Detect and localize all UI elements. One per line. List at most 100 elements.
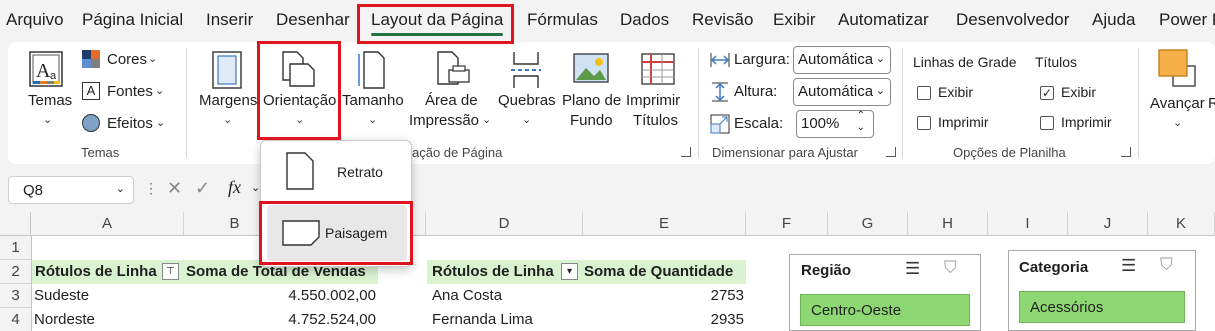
altura-select[interactable]: Automática ⌄: [793, 78, 891, 106]
titulos-imprimir-checkbox[interactable]: [1040, 116, 1054, 130]
area-impressao-line2[interactable]: Impressão: [409, 112, 479, 129]
fontes-button[interactable]: Fontes: [107, 83, 153, 100]
slicer-regiao-item[interactable]: Centro-Oeste: [800, 294, 970, 326]
clear-filter-icon[interactable]: ⛉: [944, 258, 957, 278]
name-box[interactable]: Q8 ⌄: [8, 176, 134, 204]
plano-fundo-line2[interactable]: Fundo: [570, 112, 613, 129]
imprimir-titulos-line2[interactable]: Títulos: [633, 112, 678, 129]
escala-spinner[interactable]: 100% ⌃ ⌄: [796, 110, 874, 138]
temas-button[interactable]: A a: [28, 50, 66, 90]
row-header-4[interactable]: 4: [0, 308, 31, 331]
chevron-down-icon: ⌄: [251, 182, 261, 194]
pivot1-header-label-cell[interactable]: Rótulos de Linha ⊤: [32, 260, 184, 284]
cancel-icon[interactable]: ✕: [167, 178, 182, 199]
titulos-exibir-label: Exibir: [1061, 84, 1097, 100]
multi-select-icon[interactable]: ☰: [1121, 256, 1136, 276]
row-header-2[interactable]: 2: [0, 260, 31, 284]
highlight-orientation-button: [257, 41, 341, 140]
chevron-down-icon: ⌄: [148, 53, 158, 65]
linhas-exibir-checkbox[interactable]: [917, 86, 931, 100]
menu-ajuda[interactable]: Ajuda: [1092, 10, 1135, 30]
margens-button[interactable]: Margens: [199, 92, 257, 109]
pivot1-row-value[interactable]: 4.752.524,00: [280, 308, 376, 331]
linhas-imprimir-label: Imprimir: [938, 114, 989, 130]
menu-inserir[interactable]: Inserir: [206, 10, 253, 30]
column-header-i[interactable]: I: [988, 212, 1068, 236]
highlight-paisagem-option: [259, 201, 413, 265]
pivot1-row-value[interactable]: 4.550.002,00: [280, 284, 376, 308]
chevron-down-icon: ⌄: [1173, 117, 1183, 129]
column-header-g[interactable]: G: [828, 212, 908, 236]
menu-item-retrato[interactable]: Retrato: [269, 147, 405, 197]
escala-value: 100%: [801, 115, 840, 132]
titulos-imprimir-label: Imprimir: [1061, 114, 1112, 130]
menu-power-pivot[interactable]: Power P: [1159, 10, 1215, 30]
tamanho-button[interactable]: Tamanho: [342, 92, 404, 109]
largura-value: Automática: [798, 51, 874, 68]
imprimir-titulos-line1[interactable]: Imprimir: [626, 92, 680, 109]
group-separator: [902, 48, 903, 158]
group-separator: [186, 48, 187, 158]
menu-automatizar[interactable]: Automatizar: [838, 10, 929, 30]
menu-desenvolvedor[interactable]: Desenvolvedor: [956, 10, 1069, 30]
pivot2-row-value[interactable]: 2753: [660, 284, 744, 308]
column-header-e[interactable]: E: [583, 212, 746, 236]
column-header-k[interactable]: K: [1148, 212, 1215, 236]
select-all-corner[interactable]: [0, 212, 31, 236]
chevron-down-icon[interactable]: ▾: [561, 263, 578, 280]
insert-function-button[interactable]: fx: [228, 177, 241, 198]
menu-exibir[interactable]: Exibir: [773, 10, 816, 30]
spinner-arrows-icon[interactable]: ⌃ ⌄: [857, 110, 865, 134]
menu-dados[interactable]: Dados: [620, 10, 669, 30]
cores-button[interactable]: Cores: [107, 51, 147, 68]
dialog-launcher-icon[interactable]: [681, 147, 691, 157]
column-header-d[interactable]: D: [426, 212, 583, 236]
group-separator: [1138, 48, 1139, 158]
menu-desenhar[interactable]: Desenhar: [276, 10, 350, 30]
filter-dropdown-icon[interactable]: ⊤: [162, 263, 179, 280]
column-header-a[interactable]: A: [31, 212, 184, 236]
margins-icon: [210, 50, 244, 90]
menu-arquivo[interactable]: Arquivo: [6, 10, 64, 30]
slicer-categoria-item[interactable]: Acessórios: [1019, 291, 1185, 323]
menu-pagina-inicial[interactable]: Página Inicial: [82, 10, 183, 30]
next-button-partial[interactable]: R: [1208, 95, 1215, 112]
menu-revisao[interactable]: Revisão: [692, 10, 753, 30]
column-header-f[interactable]: F: [746, 212, 828, 236]
linhas-imprimir-checkbox[interactable]: [917, 116, 931, 130]
group-label-dimensionar: Dimensionar para Ajustar: [712, 145, 858, 160]
pivot1-row-label[interactable]: Sudeste: [34, 284, 89, 308]
pivot2-header-label-cell[interactable]: Rótulos de Linha ▾: [427, 260, 583, 284]
group-label-configurar-pagina: ação de Página: [412, 145, 503, 160]
efeitos-button[interactable]: Efeitos: [107, 115, 153, 132]
pivot1-header-label: Rótulos de Linha: [35, 263, 157, 280]
bring-forward-icon: [1157, 48, 1197, 88]
chevron-down-icon: ⌄: [368, 114, 378, 126]
pivot2-row-label[interactable]: Ana Costa: [432, 284, 502, 308]
row-header-3[interactable]: 3: [0, 284, 31, 308]
multi-select-icon[interactable]: ☰: [905, 259, 920, 279]
largura-select[interactable]: Automática ⌄: [793, 46, 891, 74]
pivot1-row-label[interactable]: Nordeste: [34, 308, 95, 331]
svg-text:A: A: [36, 60, 51, 82]
plano-fundo-line1[interactable]: Plano de: [562, 92, 621, 109]
pivot2-row-label[interactable]: Fernanda Lima: [432, 308, 533, 331]
chevron-down-icon: ⌄: [482, 114, 492, 126]
quebras-button[interactable]: Quebras: [498, 92, 556, 109]
titulos-exibir-checkbox[interactable]: ✓: [1040, 86, 1054, 100]
slicer-item-label: Centro-Oeste: [811, 302, 902, 319]
area-impressao-line1[interactable]: Área de: [425, 92, 478, 109]
pivot2-row-value[interactable]: 2935: [660, 308, 744, 331]
menu-formulas[interactable]: Fórmulas: [527, 10, 598, 30]
row-header-1[interactable]: 1: [0, 236, 31, 260]
chevron-down-icon: ⌄: [155, 85, 165, 97]
retrato-label: Retrato: [337, 164, 383, 180]
clear-filter-icon[interactable]: ⛉: [1160, 255, 1173, 275]
confirm-icon[interactable]: ✓: [195, 178, 210, 199]
column-header-j[interactable]: J: [1068, 212, 1148, 236]
pivot2-header-value-cell[interactable]: Soma de Quantidade: [583, 260, 746, 284]
dialog-launcher-icon[interactable]: [1121, 147, 1131, 157]
avancar-button[interactable]: Avançar: [1150, 95, 1205, 112]
dialog-launcher-icon[interactable]: [886, 147, 896, 157]
column-header-h[interactable]: H: [908, 212, 988, 236]
